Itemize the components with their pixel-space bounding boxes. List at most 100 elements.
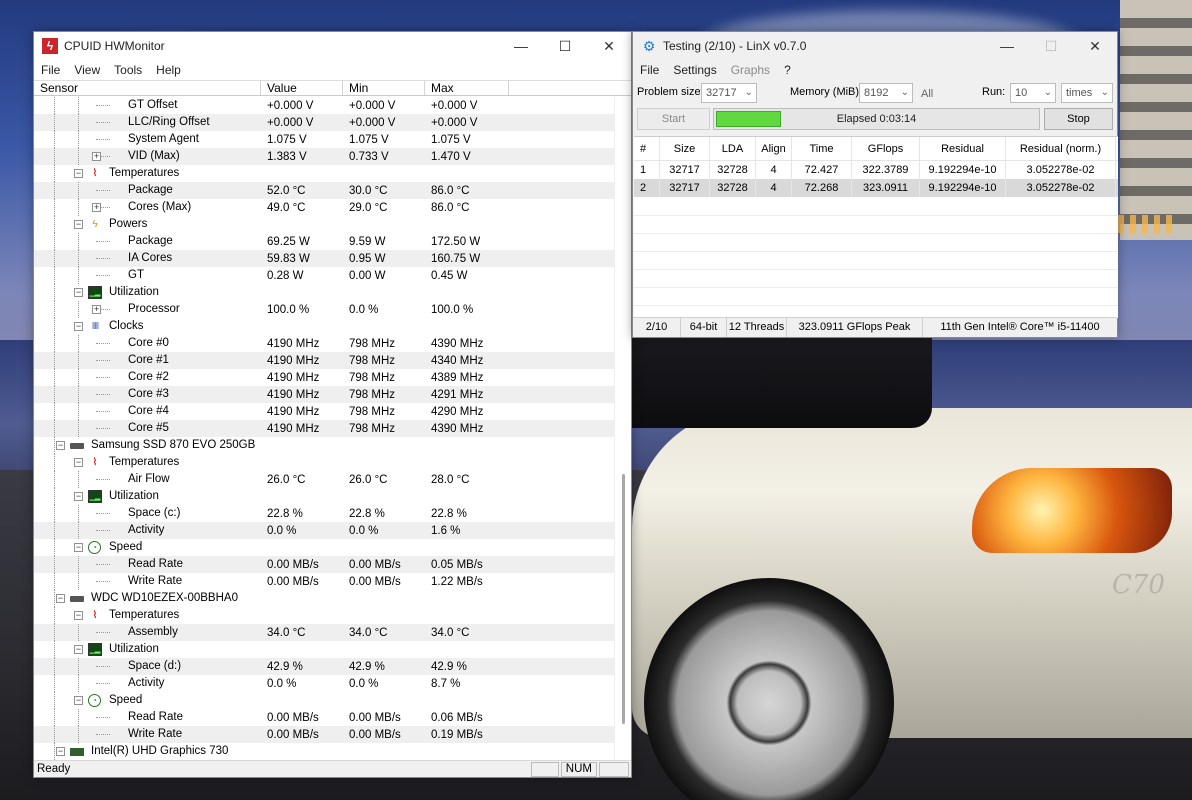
sensor-row[interactable]: Read Rate 0.00 MB/s 0.00 MB/s 0.05 MB/s bbox=[34, 556, 631, 573]
memory-select[interactable]: 8192 ⌄ bbox=[859, 83, 913, 103]
results-column-header[interactable]: # bbox=[634, 137, 660, 160]
menu-help[interactable]: ? bbox=[777, 63, 798, 77]
sensor-row[interactable]: Core #4 4190 MHz 798 MHz 4290 MHz bbox=[34, 403, 631, 420]
menu-file[interactable]: File bbox=[633, 63, 666, 77]
sensor-label: Package bbox=[128, 235, 173, 247]
sensor-group-row[interactable]: − ⌇ Temperatures bbox=[34, 165, 631, 182]
results-column-header[interactable]: Align bbox=[756, 137, 792, 160]
collapse-toggle[interactable]: − bbox=[74, 288, 83, 297]
minimize-button[interactable]: — bbox=[985, 32, 1029, 60]
expand-toggle[interactable]: + bbox=[92, 152, 101, 161]
vertical-scrollbar[interactable] bbox=[614, 97, 631, 761]
results-column-header[interactable]: Residual (norm.) bbox=[1006, 137, 1116, 160]
sensor-min-cell: 798 MHz bbox=[349, 371, 396, 384]
sensor-group-row[interactable]: − ϟ Powers bbox=[34, 216, 631, 233]
results-column-header[interactable]: GFlops bbox=[852, 137, 920, 160]
minimize-button[interactable]: — bbox=[499, 32, 543, 60]
collapse-toggle[interactable]: − bbox=[74, 645, 83, 654]
collapse-toggle[interactable]: − bbox=[74, 611, 83, 620]
sensor-row[interactable]: IA Cores 59.83 W 0.95 W 160.75 W bbox=[34, 250, 631, 267]
close-button[interactable]: ✕ bbox=[587, 32, 631, 60]
results-column-header[interactable]: Residual bbox=[920, 137, 1006, 160]
column-min[interactable]: Min bbox=[343, 81, 425, 95]
linx-titlebar[interactable]: ⚙ Testing (2/10) - LinX v0.7.0 — ☐ ✕ bbox=[633, 32, 1117, 60]
sensor-row[interactable]: + Cores (Max) 49.0 °C 29.0 °C 86.0 °C bbox=[34, 199, 631, 216]
results-row[interactable]: 2 32717 32728 4 72.268 323.0911 9.192294e-10 3.… bbox=[634, 179, 1118, 197]
sensor-row[interactable]: Write Rate 0.00 MB/s 0.00 MB/s 0.19 MB/s bbox=[34, 726, 631, 743]
hwmonitor-titlebar[interactable]: ϟ CPUID HWMonitor — ☐ ✕ bbox=[34, 32, 631, 60]
close-button[interactable]: ✕ bbox=[1073, 32, 1117, 60]
device-row[interactable]: − Samsung SSD 870 EVO 250GB bbox=[34, 437, 631, 454]
results-table[interactable]: # Size LDA Align Time GFlops Residual Residual … bbox=[634, 136, 1118, 318]
sensor-group-row[interactable]: − ⌇ Temperatures bbox=[34, 607, 631, 624]
problem-size-select[interactable]: 32717 ⌄ bbox=[701, 83, 757, 103]
results-column-header[interactable]: Time bbox=[792, 137, 852, 160]
menu-view[interactable]: View bbox=[67, 63, 107, 77]
stop-button[interactable]: Stop bbox=[1044, 108, 1113, 130]
sensor-row[interactable]: Activity 0.0 % 0.0 % 1.6 % bbox=[34, 522, 631, 539]
expand-toggle[interactable]: + bbox=[92, 203, 101, 212]
sensor-row[interactable]: GT 0.28 W 0.00 W 0.45 W bbox=[34, 267, 631, 284]
sensor-row[interactable]: Air Flow 26.0 °C 26.0 °C 28.0 °C bbox=[34, 471, 631, 488]
device-row[interactable]: − Intel(R) UHD Graphics 730 bbox=[34, 743, 631, 760]
collapse-toggle[interactable]: − bbox=[56, 594, 65, 603]
sensor-row[interactable]: Space (d:) 42.9 % 42.9 % 42.9 % bbox=[34, 658, 631, 675]
maximize-button[interactable]: ☐ bbox=[543, 32, 587, 60]
sensor-group-row[interactable]: − ◔ Speed bbox=[34, 539, 631, 556]
sensor-tree[interactable]: GT Offset +0.000 V +0.000 V +0.000 V LLC/Rin… bbox=[34, 97, 631, 761]
sensor-group-row[interactable]: − ⌇ Temperatures bbox=[34, 454, 631, 471]
menu-tools[interactable]: Tools bbox=[107, 63, 149, 77]
collapse-toggle[interactable]: − bbox=[74, 220, 83, 229]
sensor-row[interactable]: System Agent 1.075 V 1.075 V 1.075 V bbox=[34, 131, 631, 148]
collapse-toggle[interactable]: − bbox=[74, 696, 83, 705]
device-row[interactable]: − WDC WD10EZEX-00BBHA0 bbox=[34, 590, 631, 607]
collapse-toggle[interactable]: − bbox=[74, 458, 83, 467]
expand-toggle[interactable]: + bbox=[92, 305, 101, 314]
sensor-row[interactable]: Core #5 4190 MHz 798 MHz 4390 MHz bbox=[34, 420, 631, 437]
menu-settings[interactable]: Settings bbox=[666, 63, 723, 77]
sensor-group-row[interactable]: − ⦀⦀ Clocks bbox=[34, 318, 631, 335]
sensor-row[interactable]: Assembly 34.0 °C 34.0 °C 34.0 °C bbox=[34, 624, 631, 641]
sensor-row[interactable]: GT Offset +0.000 V +0.000 V +0.000 V bbox=[34, 97, 631, 114]
sensor-row[interactable]: + Processor 100.0 % 0.0 % 100.0 % bbox=[34, 301, 631, 318]
sensor-row[interactable]: Activity 0.0 % 0.0 % 8.7 % bbox=[34, 675, 631, 692]
sensor-group-row[interactable]: − ▁▂ Utilization bbox=[34, 488, 631, 505]
collapse-toggle[interactable]: − bbox=[74, 169, 83, 178]
menu-help[interactable]: Help bbox=[149, 63, 188, 77]
sensor-row[interactable]: Space (c:) 22.8 % 22.8 % 22.8 % bbox=[34, 505, 631, 522]
results-column-header[interactable]: Size bbox=[660, 137, 710, 160]
collapse-toggle[interactable]: − bbox=[74, 543, 83, 552]
menu-file[interactable]: File bbox=[34, 63, 67, 77]
results-cell: 72.427 bbox=[792, 161, 852, 179]
column-sensor[interactable]: Sensor bbox=[34, 81, 261, 95]
column-max[interactable]: Max bbox=[425, 81, 509, 95]
results-column-header[interactable]: LDA bbox=[710, 137, 756, 160]
sensor-row[interactable]: Package 69.25 W 9.59 W 172.50 W bbox=[34, 233, 631, 250]
sensor-name-cell: Assembly bbox=[34, 624, 261, 641]
sensor-group-row[interactable]: − ▁▂ Utilization bbox=[34, 284, 631, 301]
sensor-row[interactable]: Core #0 4190 MHz 798 MHz 4390 MHz bbox=[34, 335, 631, 352]
run-unit-select[interactable]: times ⌄ bbox=[1061, 83, 1113, 103]
results-row[interactable]: 1 32717 32728 4 72.427 322.3789 9.192294e-10 3.… bbox=[634, 161, 1118, 179]
scrollbar-thumb[interactable] bbox=[622, 474, 625, 724]
sensor-row[interactable]: + VID (Max) 1.383 V 0.733 V 1.470 V bbox=[34, 148, 631, 165]
sensor-label: Read Rate bbox=[128, 711, 183, 723]
run-count-select[interactable]: 10 ⌄ bbox=[1010, 83, 1056, 103]
sensor-row[interactable]: Package 52.0 °C 30.0 °C 86.0 °C bbox=[34, 182, 631, 199]
collapse-toggle[interactable]: − bbox=[74, 322, 83, 331]
sensor-row[interactable]: Core #3 4190 MHz 798 MHz 4291 MHz bbox=[34, 386, 631, 403]
linx-app-icon: ⚙ bbox=[642, 38, 656, 54]
collapse-toggle[interactable]: − bbox=[56, 441, 65, 450]
sensor-row[interactable]: LLC/Ring Offset +0.000 V +0.000 V +0.000 V bbox=[34, 114, 631, 131]
column-value[interactable]: Value bbox=[261, 81, 343, 95]
memory-all-option[interactable]: All bbox=[921, 88, 933, 100]
collapse-toggle[interactable]: − bbox=[74, 492, 83, 501]
sensor-group-row[interactable]: − ◔ Speed bbox=[34, 692, 631, 709]
sensor-row[interactable]: Write Rate 0.00 MB/s 0.00 MB/s 1.22 MB/s bbox=[34, 573, 631, 590]
collapse-toggle[interactable]: − bbox=[56, 747, 65, 756]
sensor-max-cell: 4390 MHz bbox=[431, 422, 484, 435]
sensor-group-row[interactable]: − ▁▂ Utilization bbox=[34, 641, 631, 658]
sensor-row[interactable]: Core #1 4190 MHz 798 MHz 4340 MHz bbox=[34, 352, 631, 369]
sensor-row[interactable]: Core #2 4190 MHz 798 MHz 4389 MHz bbox=[34, 369, 631, 386]
sensor-row[interactable]: Read Rate 0.00 MB/s 0.00 MB/s 0.06 MB/s bbox=[34, 709, 631, 726]
